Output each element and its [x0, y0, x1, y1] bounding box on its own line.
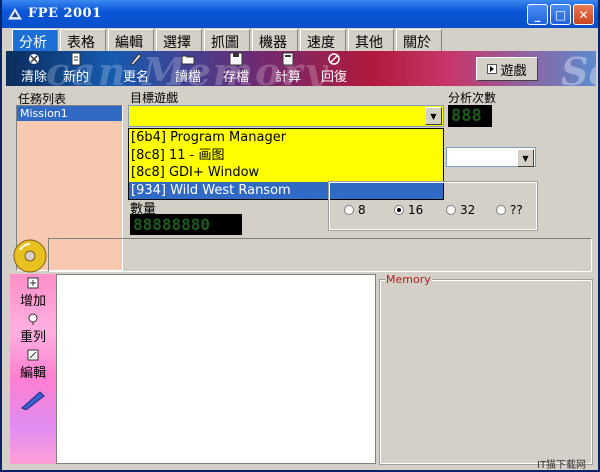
window-title: FPE 2001: [28, 6, 102, 21]
play-icon: [487, 64, 498, 74]
game-button-label: 遊戲: [500, 63, 527, 79]
edit-icon: [27, 349, 39, 361]
maximize-icon: □: [554, 7, 567, 22]
clear-label: 清除: [20, 70, 47, 85]
bits-radio-group: 8 16 32 ??: [328, 181, 538, 231]
new-button[interactable]: 新的: [56, 52, 96, 85]
save-label: 存檔: [222, 70, 249, 85]
new-icon: [71, 52, 81, 66]
disc-icon: [13, 239, 47, 273]
chevron-down-icon[interactable]: ▼: [425, 107, 442, 125]
right-dropdown[interactable]: ▼: [446, 147, 536, 167]
tab-analyze[interactable]: 分析: [12, 29, 58, 51]
relist-button[interactable]: 重列: [18, 312, 48, 345]
memory-title: Memory: [385, 273, 432, 286]
tab-about[interactable]: 關於: [396, 29, 442, 51]
task-item[interactable]: Mission1: [17, 106, 122, 121]
rename-label: 更名: [122, 70, 149, 85]
app-logo-icon: [8, 8, 22, 20]
edit-label: 編輯: [19, 366, 46, 381]
open-file-icon: [181, 55, 195, 65]
clear-icon: [29, 54, 39, 64]
maximize-button[interactable]: □: [550, 4, 571, 25]
add-icon: [27, 277, 39, 289]
status-panel: [48, 238, 592, 272]
relist-icon: [28, 313, 38, 325]
radio-label: 16: [408, 203, 424, 217]
radio-label: 32: [460, 203, 476, 217]
quantity-display: 88888880: [130, 214, 242, 235]
banner-text-2: Sc: [561, 51, 596, 86]
close-icon: ✕: [578, 7, 589, 22]
calc-button[interactable]: 計算: [268, 52, 308, 85]
dropdown-option[interactable]: [6b4] Program Manager: [129, 129, 443, 147]
tab-table[interactable]: 表格: [60, 29, 106, 51]
radio-16[interactable]: 16: [394, 203, 423, 217]
calc-label: 計算: [274, 70, 301, 85]
tab-other[interactable]: 其他: [348, 29, 394, 51]
tab-select[interactable]: 選擇: [156, 29, 202, 51]
rename-button[interactable]: 更名: [116, 52, 156, 85]
radio-8[interactable]: 8: [344, 203, 366, 217]
side-toolbar: 增加 重列 編輯: [10, 274, 56, 464]
target-game-label: 目標遊戲: [130, 91, 179, 105]
save-button[interactable]: 存檔: [216, 52, 256, 85]
add-label: 增加: [19, 294, 46, 309]
edit-button[interactable]: 編輯: [18, 348, 48, 381]
analysis-count-display: 888: [448, 105, 492, 127]
radio-32[interactable]: 32: [446, 203, 475, 217]
tab-machine[interactable]: 機器: [252, 29, 298, 51]
results-list[interactable]: [56, 274, 376, 464]
watermark: IT猫下载网: [537, 460, 587, 471]
game-button[interactable]: 遊戲: [476, 57, 538, 81]
tab-speed[interactable]: 速度: [300, 29, 346, 51]
radio-label: 8: [358, 203, 366, 217]
radio-circle: [446, 205, 456, 215]
add-button[interactable]: 增加: [18, 276, 48, 309]
dropdown-option[interactable]: [8c8] GDI+ Window: [129, 164, 443, 182]
target-game-select[interactable]: ▼: [128, 105, 444, 127]
tab-edit[interactable]: 編輯: [108, 29, 154, 51]
close-button[interactable]: ✕: [573, 4, 594, 25]
tab-capture[interactable]: 抓圖: [204, 29, 250, 51]
chevron-down-icon[interactable]: ▼: [517, 149, 534, 167]
relist-label: 重列: [19, 330, 46, 345]
pencil-icon: [21, 391, 45, 410]
analysis-count-label: 分析次數: [448, 91, 497, 105]
clear-button[interactable]: 清除: [14, 52, 54, 85]
tab-bar: 分析 表格 編輯 選擇 抓圖 機器 速度 其他 關於: [6, 29, 596, 51]
radio-unknown[interactable]: ??: [496, 203, 523, 217]
minimize-button[interactable]: _: [527, 4, 548, 25]
minimize-icon: _: [534, 7, 541, 22]
title-bar[interactable]: FPE 2001 _ □ ✕: [2, 0, 598, 28]
main-window: FPE 2001 _ □ ✕ 分析 表格 編輯 選擇 抓圖 機器 速度 其他 關…: [0, 0, 600, 472]
memory-panel: Memory: [379, 273, 593, 465]
load-label: 讀檔: [174, 70, 201, 85]
radio-circle: [496, 205, 506, 215]
load-button[interactable]: 讀檔: [168, 52, 208, 85]
new-label: 新的: [62, 70, 89, 85]
rename-icon: [130, 53, 142, 66]
calc-icon: [282, 52, 294, 66]
save-icon: [229, 52, 243, 66]
radio-label: ??: [510, 203, 523, 217]
radio-circle: [344, 205, 354, 215]
radio-circle-selected: [394, 205, 404, 215]
dropdown-option[interactable]: [8c8] 11 - 画图: [129, 147, 443, 165]
toolbar: can Memory Sc 清除 新的 更名 讀檔 存檔 計算 回復: [6, 51, 596, 86]
restore-button[interactable]: 回復: [314, 52, 354, 85]
restore-label: 回復: [320, 70, 347, 85]
restore-icon: [328, 53, 340, 65]
